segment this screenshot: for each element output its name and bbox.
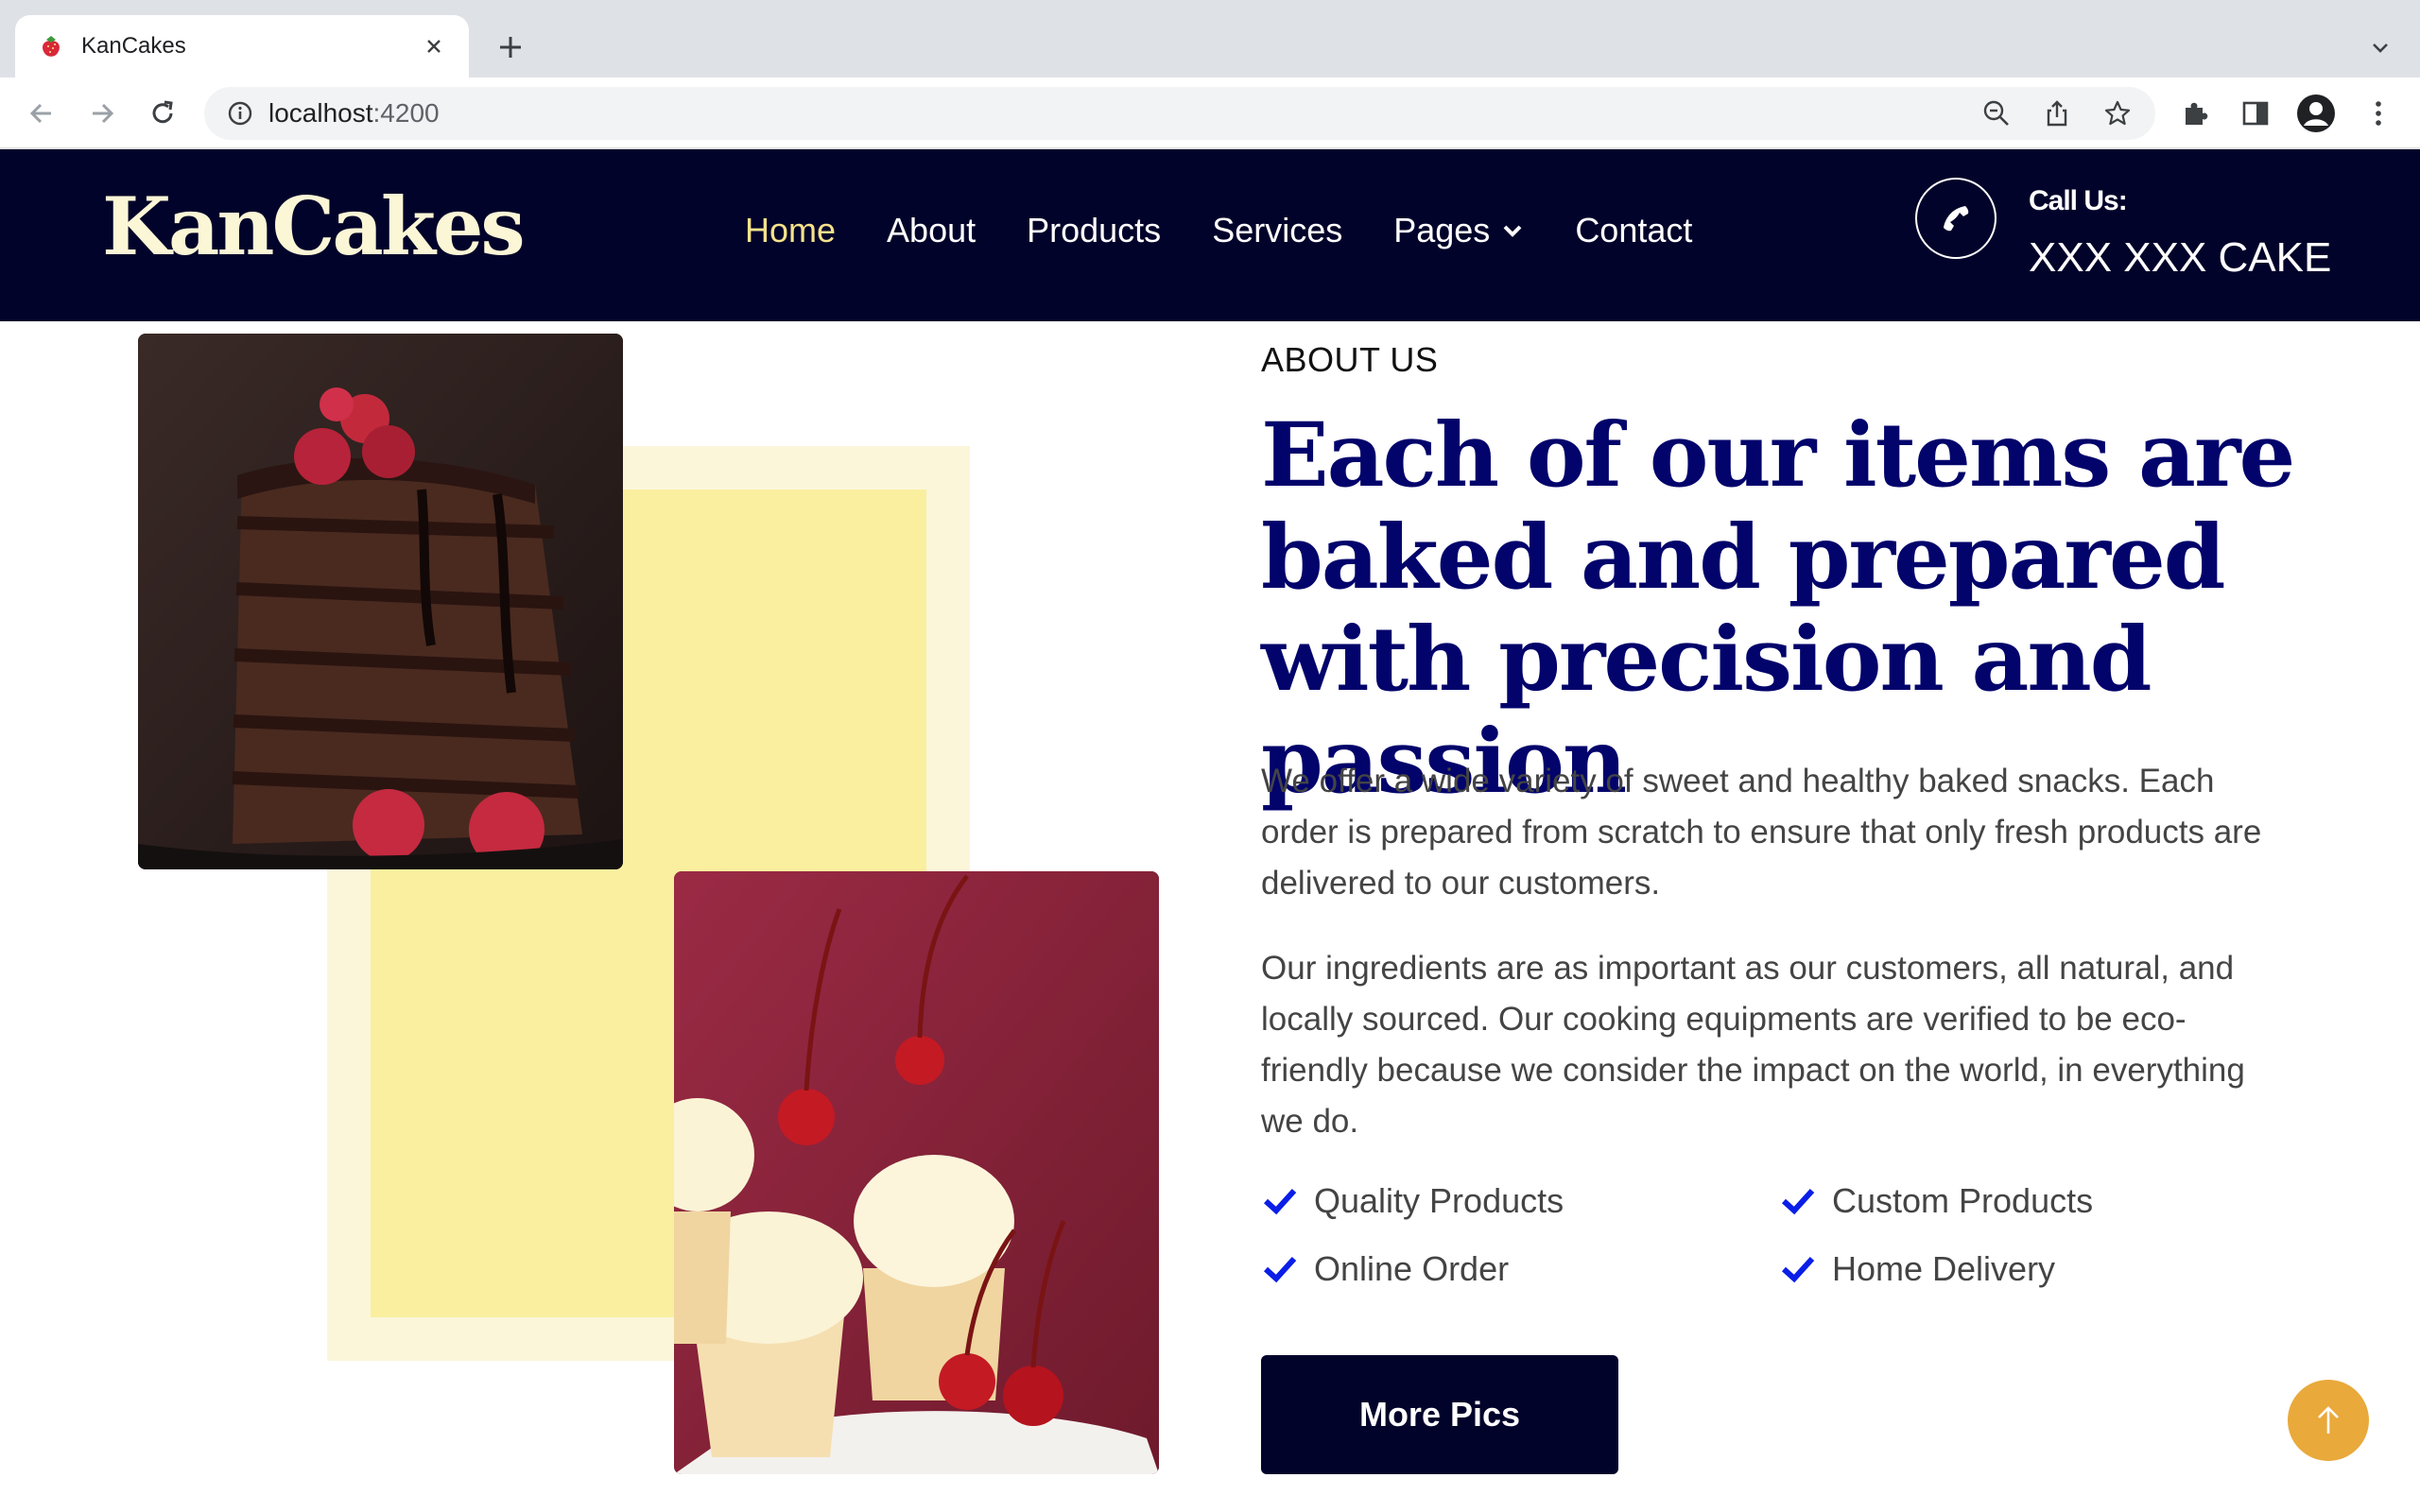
feature-item: Online Order — [1261, 1249, 1779, 1289]
nav-products[interactable]: Products — [1027, 214, 1161, 248]
checkmark-icon — [1779, 1250, 1817, 1288]
arrow-up-icon — [2309, 1401, 2347, 1439]
phone-icon — [1938, 200, 1974, 236]
nav-pages[interactable]: Pages — [1393, 214, 1524, 248]
checkmark-icon — [1779, 1182, 1817, 1220]
nav-services[interactable]: Services — [1212, 214, 1342, 248]
side-panel-icon[interactable] — [2235, 93, 2276, 134]
main-nav: Home About Products Services Pages Conta… — [745, 214, 1743, 248]
about-paragraph-1: We offer a wide variety of sweet and hea… — [1261, 763, 2262, 902]
cherry-cupcakes-image — [674, 871, 1159, 1474]
more-pics-button[interactable]: More Pics — [1261, 1355, 1618, 1474]
nav-about[interactable]: About — [887, 214, 976, 248]
strawberry-favicon-icon — [36, 31, 66, 61]
chocolate-cake-image — [138, 334, 623, 869]
share-icon[interactable] — [2038, 94, 2076, 132]
feature-item: Custom Products — [1779, 1181, 2297, 1221]
address-bar[interactable]: localhost:4200 — [204, 87, 2155, 140]
feature-item: Home Delivery — [1779, 1249, 2297, 1289]
zoom-out-icon[interactable] — [1978, 94, 2015, 132]
features-list: Quality Products Custom Products Online … — [1261, 1181, 2301, 1289]
section-heading: Each of our items are baked and prepared… — [1261, 404, 2295, 814]
call-label: Call Us: — [2029, 185, 2128, 216]
tab-close-icon[interactable] — [420, 32, 448, 60]
chevron-down-icon — [1501, 219, 1524, 242]
site-logo[interactable]: KanCakes — [102, 187, 526, 266]
browser-tabstrip: KanCakes — [0, 0, 2420, 77]
back-arrow-icon[interactable] — [21, 93, 62, 134]
nav-pages-label: Pages — [1393, 211, 1491, 249]
nav-contact[interactable]: Contact — [1575, 214, 1692, 248]
checkmark-icon — [1261, 1250, 1299, 1288]
extensions-puzzle-icon[interactable] — [2174, 93, 2216, 134]
browser-menu-icon[interactable] — [2358, 93, 2399, 134]
checkmark-icon — [1261, 1182, 1299, 1220]
reload-icon[interactable] — [142, 93, 183, 134]
site-header: KanCakes Home About Products Services Pa… — [0, 149, 2420, 321]
forward-arrow-icon[interactable] — [81, 93, 123, 134]
tab-search-chevron-icon[interactable] — [2363, 30, 2397, 64]
feature-item: Quality Products — [1261, 1181, 1779, 1221]
profile-avatar-icon[interactable] — [2295, 93, 2337, 134]
site-info-icon[interactable] — [227, 100, 253, 127]
phone-button[interactable] — [1915, 178, 1996, 259]
section-eyebrow: ABOUT US — [1261, 340, 1439, 379]
feature-label: Online Order — [1314, 1249, 1510, 1288]
about-paragraph-2: Our ingredients are as important as our … — [1261, 950, 2245, 1140]
url-text: localhost:4200 — [268, 98, 440, 128]
browser-toolbar: localhost:4200 — [0, 77, 2420, 149]
scroll-to-top-button[interactable] — [2288, 1380, 2369, 1461]
call-number: XXX XXX CAKE — [2029, 234, 2332, 281]
feature-label: Quality Products — [1314, 1181, 1564, 1220]
tab-title: KanCakes — [81, 33, 186, 59]
bookmark-star-icon[interactable] — [2099, 94, 2136, 132]
feature-label: Custom Products — [1832, 1181, 2094, 1220]
new-tab-icon[interactable] — [492, 28, 529, 66]
browser-tab[interactable]: KanCakes — [15, 15, 469, 77]
feature-label: Home Delivery — [1832, 1249, 2056, 1288]
nav-home[interactable]: Home — [745, 214, 836, 248]
